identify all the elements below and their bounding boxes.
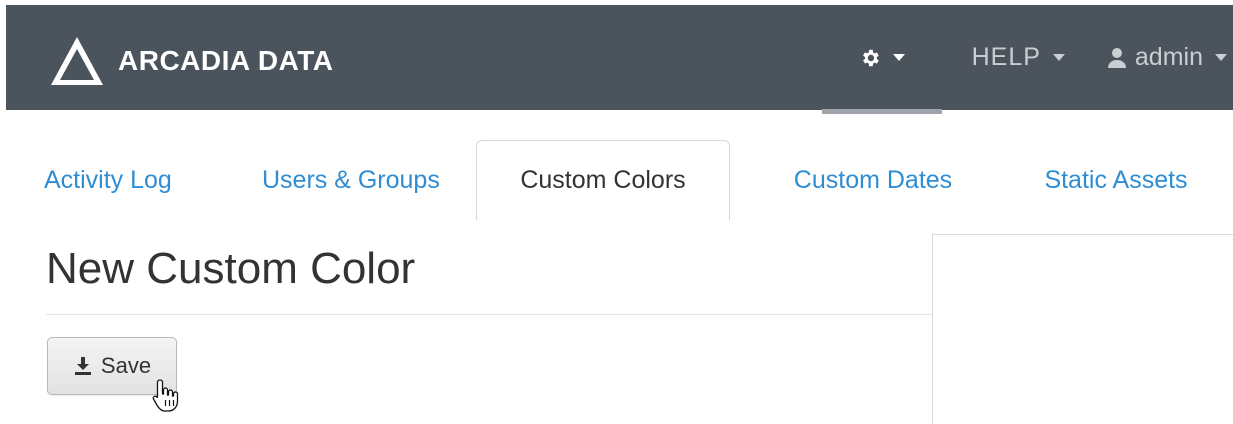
help-menu[interactable]: HELP — [956, 5, 1081, 110]
brand-name: ARCADIA DATA — [118, 45, 334, 76]
tab-static-assets[interactable]: Static Assets — [1006, 140, 1226, 220]
settings-menu[interactable] — [821, 5, 942, 114]
hand-pointer-cursor-icon — [152, 379, 179, 412]
tab-users-groups[interactable]: Users & Groups — [228, 140, 476, 220]
triangle-logo-icon — [51, 37, 103, 85]
user-menu[interactable]: admin — [1091, 5, 1233, 110]
header-nav: HELP admin — [821, 5, 1233, 114]
tab-custom-colors[interactable]: Custom Colors — [476, 140, 730, 220]
brand[interactable]: ARCADIA DATA — [48, 34, 333, 88]
tab-activity-log[interactable]: Activity Log — [44, 140, 228, 220]
download-icon — [74, 357, 91, 375]
help-label: HELP — [971, 43, 1041, 71]
tab-custom-dates[interactable]: Custom Dates — [730, 140, 1006, 220]
save-label: Save — [100, 353, 152, 378]
user-label: admin — [1134, 43, 1203, 71]
chevron-down-icon — [1215, 54, 1227, 61]
top-navigation-bar: ARCADIA DATA HELP admin — [6, 5, 1233, 114]
divider — [46, 314, 932, 315]
chevron-down-icon — [892, 54, 905, 61]
user-icon — [1107, 47, 1126, 68]
blank-side-panel — [932, 234, 1233, 424]
admin-tabs: Activity Log Users & Groups Custom Color… — [44, 140, 1226, 220]
chevron-down-icon — [1052, 54, 1065, 61]
gear-icon — [862, 49, 879, 66]
page-title: New Custom Color — [46, 244, 416, 293]
